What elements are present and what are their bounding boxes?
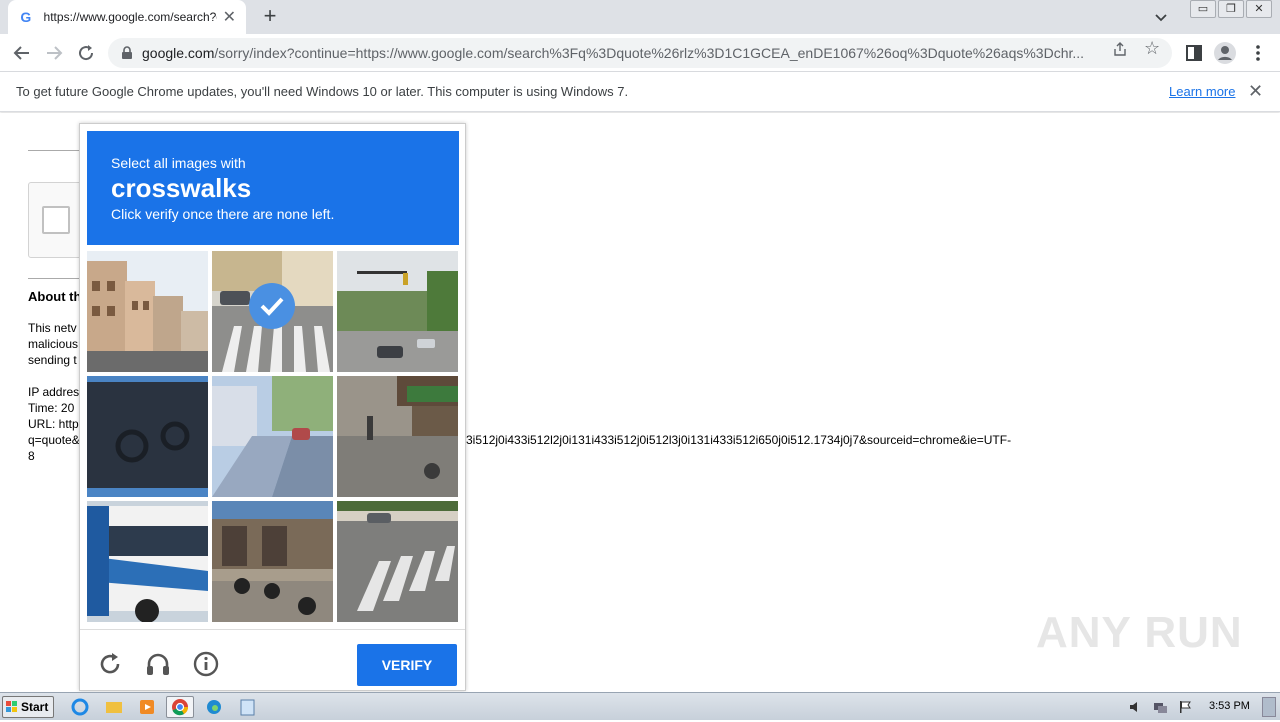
image-tile-crosswalk-street[interactable] bbox=[337, 501, 458, 622]
recaptcha-checkbox[interactable] bbox=[42, 206, 70, 234]
image-grid bbox=[87, 251, 459, 623]
network-icon[interactable] bbox=[1152, 700, 1168, 714]
windows-taskbar: Start 3:53 PM bbox=[0, 692, 1280, 720]
reload-icon[interactable] bbox=[74, 41, 98, 65]
taskbar-clock: 3:53 PM bbox=[1209, 700, 1250, 712]
image-tile-traffic-lights[interactable] bbox=[337, 251, 458, 372]
menu-kebab-icon[interactable] bbox=[1246, 41, 1270, 65]
recaptcha-challenge: Select all images with crosswalks Click … bbox=[79, 123, 466, 691]
new-tab-button[interactable]: + bbox=[258, 4, 282, 28]
address-bar[interactable]: google.com /sorry/index?continue=https:/… bbox=[108, 38, 1172, 68]
tab-search-chevron-icon[interactable] bbox=[1152, 8, 1170, 26]
about-heading: About th bbox=[28, 289, 82, 304]
image-tile-buildings[interactable] bbox=[87, 251, 208, 372]
infobar-close-icon[interactable]: ✕ bbox=[1248, 81, 1263, 102]
challenge-subtext: Click verify once there are none left. bbox=[111, 206, 335, 222]
url-host: google.com bbox=[142, 45, 215, 61]
challenge-instruction: Select all images with bbox=[111, 155, 246, 171]
share-icon[interactable] bbox=[1112, 41, 1128, 57]
image-tile-motorbikes[interactable] bbox=[212, 501, 333, 622]
notepad-icon[interactable] bbox=[233, 696, 261, 718]
info-text-line: This netv bbox=[28, 321, 77, 335]
info-text-line: 8 bbox=[28, 449, 35, 463]
browser-tab[interactable]: G https://www.google.com/search?q= ✕ bbox=[8, 0, 246, 34]
lock-icon[interactable] bbox=[120, 46, 134, 60]
bookmark-star-icon[interactable]: ☆ bbox=[1144, 38, 1160, 59]
close-window-button[interactable]: ✕ bbox=[1246, 0, 1272, 18]
action-center-flag-icon[interactable] bbox=[1178, 700, 1192, 714]
chrome-icon bbox=[172, 699, 189, 716]
profile-avatar-icon[interactable] bbox=[1213, 41, 1237, 65]
anyrun-watermark: ANY RUN bbox=[1036, 608, 1243, 657]
url-text-tail: 3i512j0i433i512l2j0i131i433i512j0i512l3j… bbox=[466, 433, 1012, 447]
minimize-button[interactable]: ▭ bbox=[1190, 0, 1216, 18]
info-text-line: malicious bbox=[28, 337, 79, 351]
side-panel-icon[interactable] bbox=[1182, 41, 1206, 65]
info-text-line: Time: 20 bbox=[28, 401, 75, 415]
tab-title: https://www.google.com/search?q= bbox=[43, 10, 217, 24]
challenge-footer: VERIFY bbox=[80, 629, 465, 691]
system-tray bbox=[1120, 693, 1280, 721]
windows-flag-icon bbox=[6, 701, 17, 712]
back-arrow-icon[interactable] bbox=[10, 41, 34, 65]
url-path: /sorry/index?continue=https://www.google… bbox=[214, 45, 1085, 61]
window-controls: ▭ ❐ ✕ bbox=[1188, 0, 1272, 18]
internet-explorer-icon[interactable] bbox=[66, 696, 94, 718]
image-tile-crosswalk-selected[interactable] bbox=[212, 251, 333, 372]
volume-icon[interactable] bbox=[1128, 700, 1144, 714]
chrome-taskbar-button[interactable] bbox=[166, 696, 194, 718]
info-text-line: sending t bbox=[28, 353, 77, 367]
restore-button[interactable]: ❐ bbox=[1218, 0, 1244, 18]
info-icon[interactable] bbox=[192, 650, 220, 678]
start-button[interactable]: Start bbox=[2, 696, 54, 718]
tab-close-icon[interactable]: ✕ bbox=[223, 7, 236, 27]
forward-arrow-icon[interactable] bbox=[42, 41, 66, 65]
update-infobar: To get future Google Chrome updates, you… bbox=[0, 72, 1280, 112]
image-tile-sidewalk[interactable] bbox=[212, 376, 333, 497]
selected-check-icon bbox=[249, 283, 295, 329]
google-favicon-icon: G bbox=[20, 9, 32, 25]
challenge-keyword: crosswalks bbox=[111, 173, 252, 203]
challenge-header: Select all images with crosswalks Click … bbox=[87, 131, 459, 245]
learn-more-link[interactable]: Learn more bbox=[1169, 84, 1235, 99]
image-tile-dark[interactable] bbox=[87, 376, 208, 497]
start-label: Start bbox=[21, 700, 49, 714]
browser-toolbar: google.com /sorry/index?continue=https:/… bbox=[0, 34, 1280, 72]
info-text-line: q=quote& bbox=[28, 433, 80, 447]
reload-challenge-icon[interactable] bbox=[96, 650, 124, 678]
show-desktop-button[interactable] bbox=[1262, 697, 1276, 717]
edge-icon[interactable] bbox=[200, 696, 228, 718]
tab-strip: G https://www.google.com/search?q= ✕ + ▭… bbox=[0, 0, 1280, 34]
image-tile-market[interactable] bbox=[337, 376, 458, 497]
info-text-line: URL: http bbox=[28, 417, 79, 431]
file-explorer-icon[interactable] bbox=[100, 696, 128, 718]
media-player-icon[interactable] bbox=[133, 696, 161, 718]
audio-challenge-icon[interactable] bbox=[144, 650, 172, 678]
info-text-line: IP addres bbox=[28, 385, 80, 399]
infobar-message: To get future Google Chrome updates, you… bbox=[16, 84, 629, 99]
image-tile-bus[interactable] bbox=[87, 501, 208, 622]
verify-button[interactable]: VERIFY bbox=[357, 644, 457, 686]
